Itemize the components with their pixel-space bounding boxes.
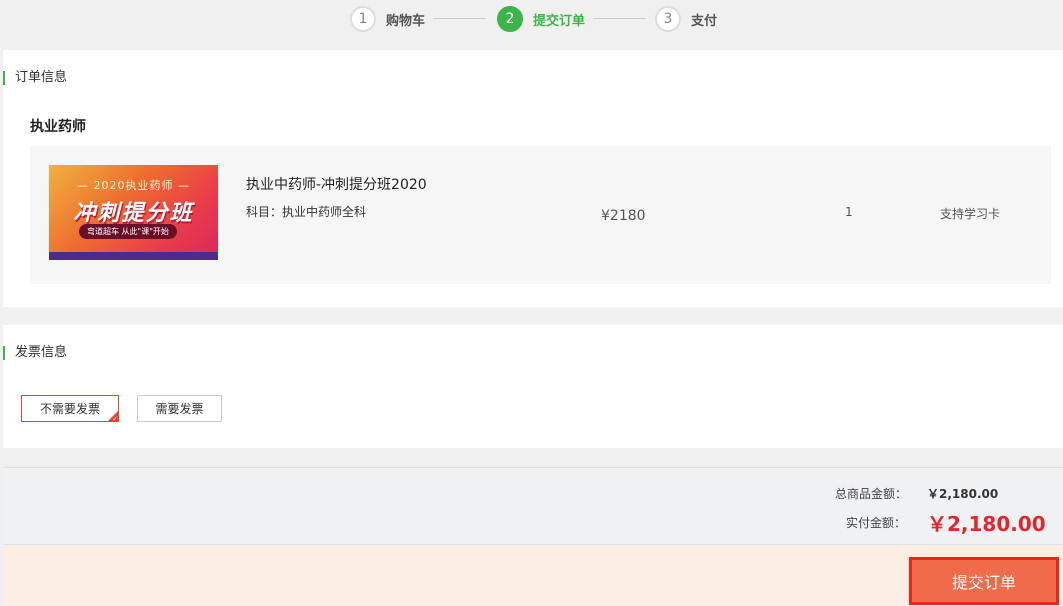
total-value: ￥2,180.00	[927, 487, 999, 501]
need-invoice-label: 需要发票	[155, 402, 204, 416]
step-number: 2	[497, 6, 523, 32]
need-invoice-option[interactable]: 需要发票	[137, 395, 222, 422]
pay-value: ￥2,180.00	[927, 512, 1046, 536]
course-name[interactable]: 执业中药师-冲刺提分班2020	[246, 174, 427, 194]
order-info-title: 订单信息	[3, 70, 67, 86]
step-connector	[433, 18, 486, 19]
course-price: ¥2180	[601, 208, 646, 224]
step-label: 购物车	[386, 13, 426, 29]
order-info-panel: 订单信息 执业药师 — 2020执业药师 — 冲刺提分班 弯道超车 从此"课"开…	[3, 50, 1063, 307]
order-summary: 总商品金额： ￥2,180.00 实付金额： ￥2,180.00	[3, 467, 1063, 545]
step-number: 1	[350, 6, 376, 32]
invoice-title: 发票信息	[3, 345, 67, 361]
course-quantity: 1	[845, 205, 853, 219]
no-invoice-option[interactable]: 不需要发票 ✓	[21, 395, 119, 423]
submit-order-button[interactable]: 提交订单	[909, 557, 1059, 605]
category-title: 执业药师	[30, 119, 86, 135]
no-invoice-label: 不需要发票	[39, 402, 100, 416]
check-icon: ✓	[112, 415, 118, 423]
step-label: 提交订单	[533, 13, 586, 29]
step-number: 3	[655, 6, 681, 32]
step-connector	[593, 18, 646, 19]
total-label: 总商品金额：	[835, 487, 908, 501]
step-cart: 1 购物车	[350, 6, 425, 32]
step-label: 支付	[691, 13, 718, 29]
study-card-support: 支持学习卡	[940, 207, 1001, 221]
order-item-row: — 2020执业药师 — 冲刺提分班 弯道超车 从此"课"开始 执业中药师-冲刺…	[30, 146, 1051, 284]
pay-label: 实付金额：	[846, 516, 907, 530]
course-banner-image[interactable]: — 2020执业药师 — 冲刺提分班 弯道超车 从此"课"开始	[49, 165, 218, 260]
banner-sub-text: 弯道超车 从此"课"开始	[79, 224, 177, 239]
submit-bar: 提交订单	[3, 546, 1063, 606]
step-submit-order: 2 提交订单	[497, 6, 585, 32]
step-pay: 3 支付	[655, 6, 717, 32]
invoice-panel: 发票信息 不需要发票 ✓ 需要发票	[3, 325, 1063, 448]
banner-top-text: — 2020执业药师 —	[77, 179, 190, 192]
banner-bottom-bar	[49, 252, 218, 260]
banner-main-text: 冲刺提分班	[73, 201, 194, 226]
checkout-steps: 1 购物车 2 提交订单 3 支付	[0, 0, 1063, 40]
course-subject: 科目：执业中药师全科	[246, 205, 367, 219]
